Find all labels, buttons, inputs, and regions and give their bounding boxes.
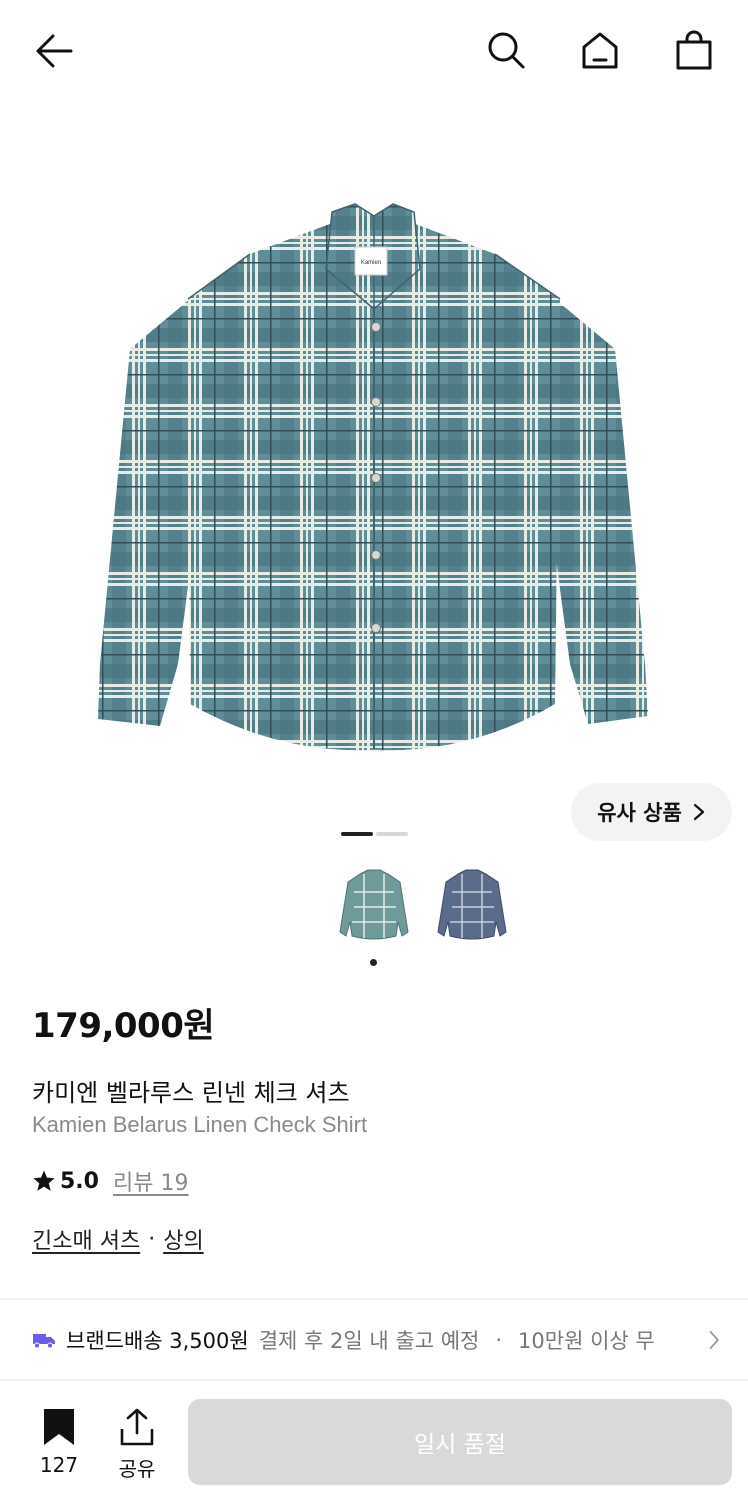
- share-button[interactable]: 공유: [108, 1407, 166, 1487]
- back-button[interactable]: [30, 27, 78, 75]
- green-shirt-thumbnail: [339, 869, 409, 940]
- shipping-free-condition: 10만원 이상 무: [518, 1329, 655, 1353]
- category-link-long-sleeve-shirt[interactable]: 긴소매 셔츠: [32, 1223, 140, 1255]
- chevron-right-icon: [700, 1326, 722, 1354]
- section-divider: [0, 1379, 748, 1381]
- bookmark-count: 127: [39, 1453, 79, 1477]
- product-image: Kamien: [98, 203, 648, 751]
- category-breadcrumb: 긴소매 셔츠 · 상의: [32, 1223, 204, 1255]
- page-indicator-active: [341, 832, 373, 836]
- shipping-eta: 결제 후 2일 내 출고 예정: [258, 1329, 480, 1353]
- product-image-carousel[interactable]: Kamien: [0, 104, 748, 794]
- chevron-right-icon: [693, 803, 704, 821]
- category-separator: ·: [148, 1226, 156, 1252]
- home-button[interactable]: [576, 26, 624, 74]
- bookmark-button[interactable]: 127: [30, 1407, 88, 1487]
- svg-text:Kamien: Kamien: [361, 260, 381, 266]
- top-bar: [0, 0, 748, 104]
- star-icon: [33, 1170, 55, 1191]
- blue-shirt-thumbnail: [437, 869, 507, 940]
- share-icon: [120, 1408, 154, 1446]
- product-price: 179,000원: [32, 1006, 215, 1046]
- category-link-tops[interactable]: 상의: [163, 1223, 203, 1255]
- selected-color-dot: [370, 959, 377, 966]
- home-icon: [582, 32, 618, 69]
- search-icon: [488, 32, 525, 69]
- shipping-info-row[interactable]: 브랜드배송 3,500원 결제 후 2일 내 출고 예정 · 10만원 이상 무: [32, 1320, 722, 1360]
- similar-products-button[interactable]: 유사 상품: [571, 783, 732, 841]
- product-name-english: Kamien Belarus Linen Check Shirt: [32, 1112, 368, 1137]
- color-option-blue[interactable]: [432, 862, 512, 952]
- shipping-fee: 브랜드배송 3,500원: [66, 1329, 249, 1353]
- rating-row: 5.0 리뷰 19: [32, 1165, 188, 1197]
- bookmark-icon: [44, 1409, 74, 1445]
- truck-icon: [33, 1334, 55, 1349]
- page-indicator-inactive: [376, 832, 408, 836]
- section-divider: [0, 1298, 748, 1300]
- shipping-separator: ·: [495, 1328, 503, 1352]
- color-option-green[interactable]: [334, 862, 414, 952]
- rating-score: 5.0: [60, 1168, 99, 1194]
- product-name-korean: 카미엔 벨라루스 린넨 체크 셔츠: [32, 1079, 350, 1107]
- similar-products-label: 유사 상품: [597, 801, 682, 825]
- arrow-left-icon: [36, 34, 73, 68]
- bottom-action-bar: 127 공유 일시 품절: [0, 1385, 748, 1500]
- search-button[interactable]: [482, 26, 530, 74]
- sold-out-button[interactable]: 일시 품절: [188, 1399, 732, 1485]
- cart-button[interactable]: [670, 26, 718, 74]
- shopping-bag-icon: [676, 30, 712, 70]
- share-label: 공유: [118, 1457, 156, 1481]
- review-link[interactable]: 리뷰 19: [113, 1165, 188, 1197]
